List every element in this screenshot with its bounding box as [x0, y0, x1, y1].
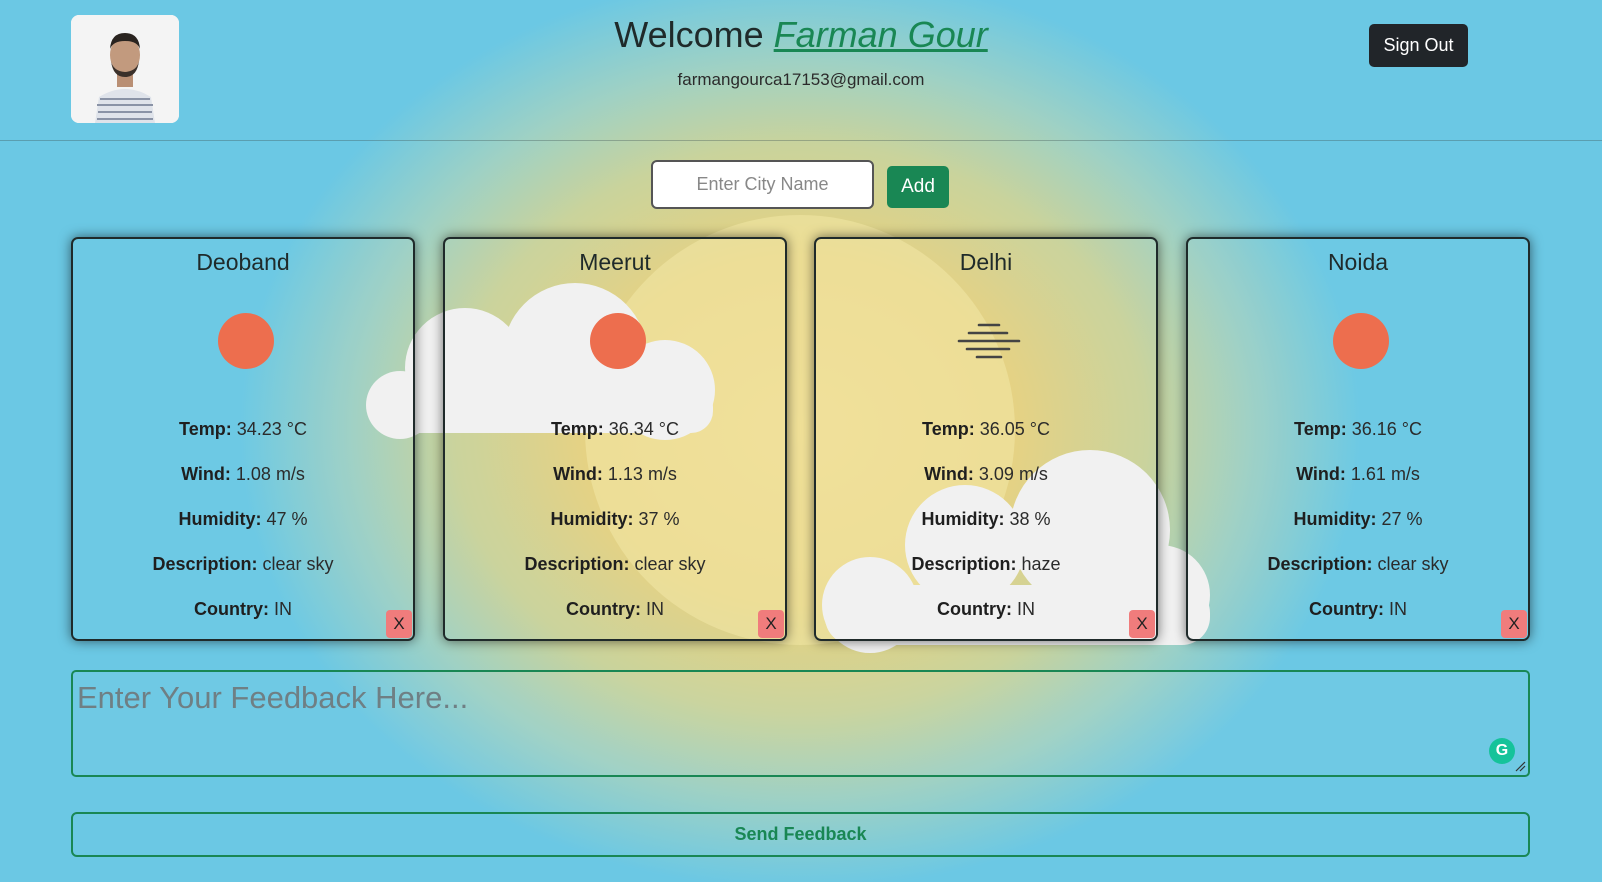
country-label: Country: — [565, 599, 641, 619]
sign-out-button[interactable]: Sign Out — [1369, 24, 1468, 67]
wind-value: 1.13 m/s — [607, 464, 677, 484]
card-city-name: Deoband — [196, 249, 290, 275]
weather-card-meerut: Meerut Temp: 36.34 °C Wind: 1.13 m/s Hum… — [443, 237, 787, 641]
temp-value: 36.16 °C — [1351, 419, 1422, 439]
country-label: Country: — [936, 599, 1012, 619]
welcome-heading: Welcome Farman Gour — [0, 14, 1602, 56]
user-email: farmangourca17153@gmail.com — [677, 70, 925, 89]
delete-card-button[interactable]: X — [386, 610, 412, 638]
add-city-button[interactable]: Add — [887, 166, 949, 208]
wind-value: 3.09 m/s — [978, 464, 1048, 484]
delete-card-button[interactable]: X — [1501, 610, 1527, 638]
card-temp: Temp: 36.16 °C — [1188, 419, 1528, 440]
card-temp: Temp: 34.23 °C — [73, 419, 413, 440]
top-bar: Welcome Farman Gour farmangourca17153@gm… — [0, 0, 1602, 141]
card-description: Description: clear sky — [445, 554, 785, 575]
country-value: IN — [1017, 599, 1035, 619]
card-wind: Wind: 1.61 m/s — [1188, 464, 1528, 485]
grammarly-icon[interactable]: G — [1489, 738, 1515, 764]
description-value: clear sky — [634, 554, 706, 574]
wind-value: 1.61 m/s — [1350, 464, 1420, 484]
city-name-input[interactable] — [651, 160, 874, 209]
weather-card-deoband: Deoband Temp: 34.23 °C Wind: 1.08 m/s Hu… — [71, 237, 415, 641]
country-value: IN — [274, 599, 292, 619]
card-description: Description: clear sky — [1188, 554, 1528, 575]
sun-icon — [218, 313, 274, 369]
card-humidity: Humidity: 27 % — [1188, 509, 1528, 530]
card-temp: Temp: 36.05 °C — [816, 419, 1156, 440]
send-feedback-button[interactable]: Send Feedback — [71, 812, 1530, 857]
card-humidity: Humidity: 38 % — [816, 509, 1156, 530]
humidity-value: 47 % — [266, 509, 308, 529]
temp-value: 36.05 °C — [979, 419, 1050, 439]
humidity-value: 27 % — [1381, 509, 1423, 529]
temp-value: 36.34 °C — [608, 419, 679, 439]
card-country: Country: IN — [816, 599, 1156, 620]
description-label: Description: — [152, 554, 258, 574]
card-city-name: Delhi — [959, 249, 1013, 275]
weather-card-delhi: Delhi Temp: 36.05 °C Wind: 3.09 m/s Humi… — [814, 237, 1158, 641]
card-humidity: Humidity: 47 % — [73, 509, 413, 530]
description-value: haze — [1021, 554, 1061, 574]
feedback-textarea[interactable] — [71, 670, 1530, 777]
sun-icon — [590, 313, 646, 369]
description-value: clear sky — [262, 554, 334, 574]
temp-label: Temp: — [922, 419, 975, 439]
country-value: IN — [646, 599, 664, 619]
card-description: Description: clear sky — [73, 554, 413, 575]
welcome-prefix: Welcome — [614, 14, 764, 55]
delete-card-button[interactable]: X — [1129, 610, 1155, 638]
card-country: Country: IN — [1188, 599, 1528, 620]
country-label: Country: — [1308, 599, 1384, 619]
description-label: Description: — [1267, 554, 1373, 574]
humidity-label: Humidity: — [1293, 509, 1377, 529]
country-label: Country: — [193, 599, 269, 619]
humidity-label: Humidity: — [550, 509, 634, 529]
delete-card-button[interactable]: X — [758, 610, 784, 638]
card-wind: Wind: 3.09 m/s — [816, 464, 1156, 485]
haze-icon — [957, 323, 1021, 359]
card-wind: Wind: 1.08 m/s — [73, 464, 413, 485]
wind-value: 1.08 m/s — [235, 464, 305, 484]
card-wind: Wind: 1.13 m/s — [445, 464, 785, 485]
humidity-value: 38 % — [1009, 509, 1051, 529]
humidity-label: Humidity: — [178, 509, 262, 529]
card-city-name: Meerut — [579, 249, 651, 275]
weather-card-noida: Noida Temp: 36.16 °C Wind: 1.61 m/s Humi… — [1186, 237, 1530, 641]
wind-label: Wind: — [553, 464, 603, 484]
temp-label: Temp: — [551, 419, 604, 439]
card-city-name: Noida — [1327, 249, 1389, 275]
country-value: IN — [1389, 599, 1407, 619]
wind-label: Wind: — [181, 464, 231, 484]
temp-value: 34.23 °C — [236, 419, 307, 439]
weather-cards: Deoband Temp: 34.23 °C Wind: 1.08 m/s Hu… — [71, 237, 1530, 641]
user-name-link[interactable]: Farman Gour — [774, 14, 988, 55]
resize-handle-icon[interactable] — [1514, 760, 1526, 772]
wind-label: Wind: — [924, 464, 974, 484]
card-temp: Temp: 36.34 °C — [445, 419, 785, 440]
sun-icon — [1333, 313, 1389, 369]
description-label: Description: — [911, 554, 1017, 574]
card-description: Description: haze — [816, 554, 1156, 575]
humidity-value: 37 % — [638, 509, 680, 529]
humidity-label: Humidity: — [921, 509, 1005, 529]
card-country: Country: IN — [445, 599, 785, 620]
wind-label: Wind: — [1296, 464, 1346, 484]
card-country: Country: IN — [73, 599, 413, 620]
temp-label: Temp: — [1294, 419, 1347, 439]
description-value: clear sky — [1377, 554, 1449, 574]
temp-label: Temp: — [179, 419, 232, 439]
card-humidity: Humidity: 37 % — [445, 509, 785, 530]
description-label: Description: — [524, 554, 630, 574]
